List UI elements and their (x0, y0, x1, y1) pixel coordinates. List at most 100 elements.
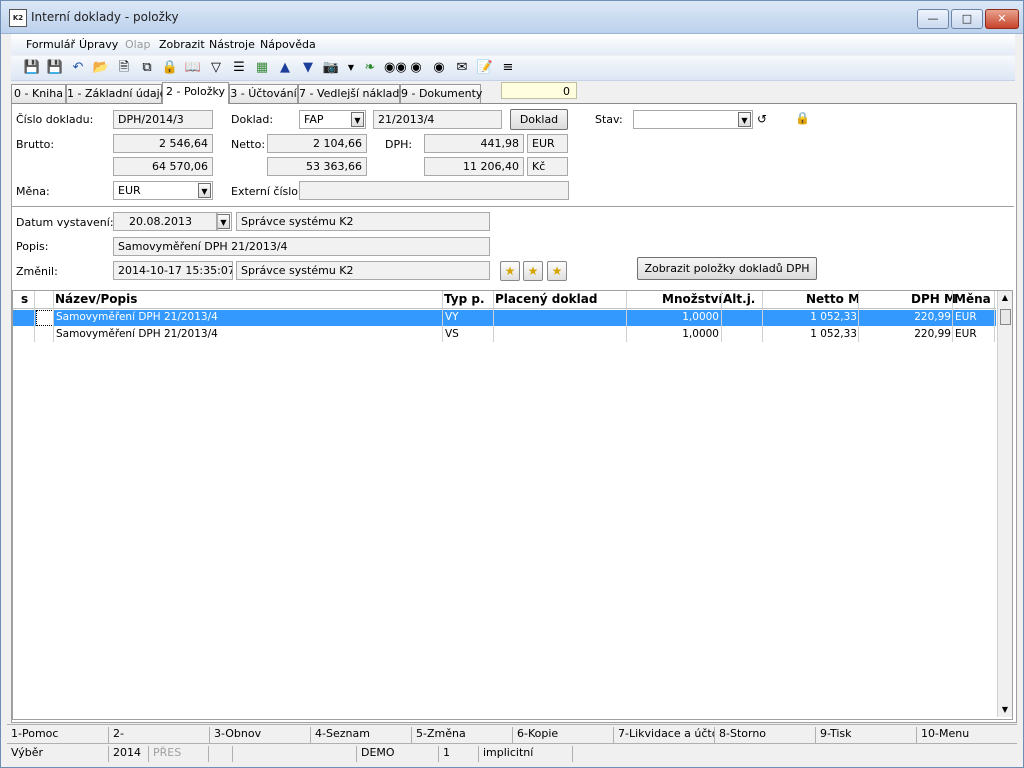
new-document-icon[interactable]: 🗎 (115, 59, 133, 77)
col-divider (626, 291, 627, 342)
copy-icon[interactable]: ⧉ (138, 59, 156, 77)
plant-icon[interactable]: ❧ (361, 59, 379, 77)
col-alt-j[interactable]: Alt.j. (723, 292, 755, 306)
currency-eur-field: EUR (527, 134, 568, 153)
dropdown-arrow-icon[interactable]: ▼ (342, 59, 360, 77)
tab-dokumenty[interactable]: 9 - Dokumenty (400, 84, 482, 103)
fkey-kopie[interactable]: 6-Kopie (513, 727, 614, 743)
col-s[interactable]: s (21, 292, 28, 306)
arrow-down-icon[interactable]: ▼ (299, 59, 317, 77)
tab-vedlejsi-naklady[interactable]: 7 - Vedlejší náklady (298, 84, 406, 103)
table-row[interactable]: Samovyměření DPH 21/2013/4 VY 1,0000 1 0… (13, 310, 996, 326)
datum-vystaveni-field[interactable]: 20.08.2013 (113, 212, 217, 231)
envelope-icon[interactable]: ✉ (453, 59, 471, 77)
cell-nazev: Samovyměření DPH 21/2013/4 (56, 311, 218, 323)
doklad-type-select[interactable]: FAP ▼ (299, 110, 366, 129)
menu-formular[interactable]: Formulář (26, 38, 75, 51)
fkey-obnov[interactable]: 3-Obnov (210, 727, 311, 743)
filter-icon[interactable]: ▽ (207, 59, 225, 77)
arrow-up-icon[interactable]: ▲ (276, 59, 294, 77)
chevron-down-icon[interactable]: ▼ (738, 112, 751, 127)
popis-field[interactable]: Samovyměření DPH 21/2013/4 (113, 237, 490, 256)
show-vat-items-button[interactable]: Zobrazit položky dokladů DPH (637, 257, 817, 280)
close-button[interactable]: ✕ (985, 9, 1019, 29)
binoculars-icon[interactable]: ◉◉ (384, 59, 407, 77)
fkey-seznam[interactable]: 4-Seznam (311, 727, 412, 743)
scroll-down-icon[interactable]: ▼ (998, 703, 1012, 717)
star-icon[interactable]: ★ (500, 261, 520, 281)
book-icon[interactable]: 📖 (184, 59, 202, 77)
cell-netto: 1 052,33 (810, 311, 857, 323)
fkey-2[interactable]: 2- (109, 727, 210, 743)
undo-icon[interactable]: ↶ (69, 59, 87, 77)
scroll-up-icon[interactable]: ▲ (998, 291, 1012, 305)
scroll-thumb[interactable] (1000, 309, 1011, 325)
col-netto-m[interactable]: Netto M (806, 292, 860, 306)
zmenil-user-field: Správce systému K2 (236, 261, 490, 280)
stack-icon[interactable]: ▦ (253, 59, 271, 77)
externi-cislo-field[interactable] (299, 181, 569, 200)
menu-olap[interactable]: Olap (125, 38, 150, 51)
cell-mnozstvi: 1,0000 (682, 328, 719, 340)
save-as-icon[interactable]: 💾 (46, 59, 64, 77)
col-divider (493, 291, 494, 342)
title-bar: K2 Interní doklady - položky — □ ✕ (1, 1, 1023, 34)
table-row[interactable]: Samovyměření DPH 21/2013/4 VS 1,0000 1 0… (13, 327, 996, 343)
lock-icon[interactable]: 🔒 (161, 59, 179, 77)
fkey-storno[interactable]: 8-Storno (715, 727, 816, 743)
cislo-dokladu-field[interactable]: DPH/2014/3 (113, 110, 213, 129)
row-selector[interactable] (36, 310, 54, 326)
col-nazev[interactable]: Název/Popis (55, 292, 137, 306)
status-mode: Výběr (7, 746, 109, 762)
cell-typ: VY (445, 311, 459, 323)
tab-zakladni-udaje[interactable]: 1 - Základní údaje (66, 84, 166, 103)
fkey-zmena[interactable]: 5-Změna (412, 727, 513, 743)
menu-lines-icon[interactable]: ≡ (499, 59, 517, 77)
status-number: 1 (439, 746, 479, 762)
status-year: 2014 (109, 746, 149, 762)
save-icon[interactable]: 💾 (23, 59, 41, 77)
status-empty-1 (209, 746, 233, 762)
netto-kc-field: 53 363,66 (267, 157, 367, 176)
col-placeny-doklad[interactable]: Placený doklad (495, 292, 597, 306)
filter-list-icon[interactable]: ☰ (230, 59, 248, 77)
menu-upravy[interactable]: Úpravy (79, 38, 118, 51)
menu-zobrazit[interactable]: Zobrazit (159, 38, 205, 51)
doklad-button[interactable]: Doklad (510, 109, 568, 130)
stav-select[interactable]: ▼ (633, 110, 753, 129)
col-divider (994, 291, 995, 342)
col-dph-m[interactable]: DPH M (911, 292, 956, 306)
menu-nastroje[interactable]: Nástroje (209, 38, 255, 51)
chevron-down-icon[interactable]: ▼ (351, 112, 364, 127)
tab-uctovani[interactable]: 3 - Účtování (229, 84, 298, 103)
chevron-down-icon[interactable]: ▼ (198, 183, 211, 198)
fkey-menu[interactable]: 10-Menu (917, 727, 1017, 743)
camera-icon[interactable]: 📷 (322, 59, 340, 77)
maximize-button[interactable]: □ (951, 9, 983, 29)
star-add-icon[interactable]: ★ (523, 261, 543, 281)
chevron-down-icon[interactable]: ▼ (218, 214, 230, 229)
tab-kniha[interactable]: 0 - Kniha (11, 84, 66, 103)
dph-kc-field: 11 206,40 (424, 157, 524, 176)
fkey-tisk[interactable]: 9-Tisk (816, 727, 917, 743)
fkey-likvidace[interactable]: 7-Likvidace a účtová (614, 727, 715, 743)
menu-napoveda[interactable]: Nápověda (260, 38, 316, 51)
col-typ[interactable]: Typ p. (444, 292, 485, 306)
history-icon[interactable]: ↺ (757, 112, 767, 126)
doklad-number-field[interactable]: 21/2013/4 (373, 110, 502, 129)
mena-select[interactable]: EUR ▼ (113, 181, 213, 200)
datum-dropdown[interactable]: ▼ (217, 212, 232, 231)
open-folder-icon[interactable]: 📂 (92, 59, 110, 77)
vertical-scrollbar[interactable]: ▲ ▼ (997, 291, 1012, 717)
binoculars-prev-icon[interactable]: ◉ (430, 59, 448, 77)
minimize-button[interactable]: — (917, 9, 949, 29)
star-remove-icon[interactable]: ★ (547, 261, 567, 281)
fkey-pomoc[interactable]: 1-Pomoc (7, 727, 109, 743)
binoculars-next-icon[interactable]: ◉ (407, 59, 425, 77)
tab-polozky[interactable]: 2 - Položky (162, 82, 229, 104)
dph-label: DPH: (385, 138, 413, 151)
col-mnozstvi[interactable]: Množství (662, 292, 723, 306)
notes-icon[interactable]: 📝 (476, 59, 494, 77)
col-mena[interactable]: Měna (954, 292, 991, 306)
col-divider (442, 291, 443, 342)
